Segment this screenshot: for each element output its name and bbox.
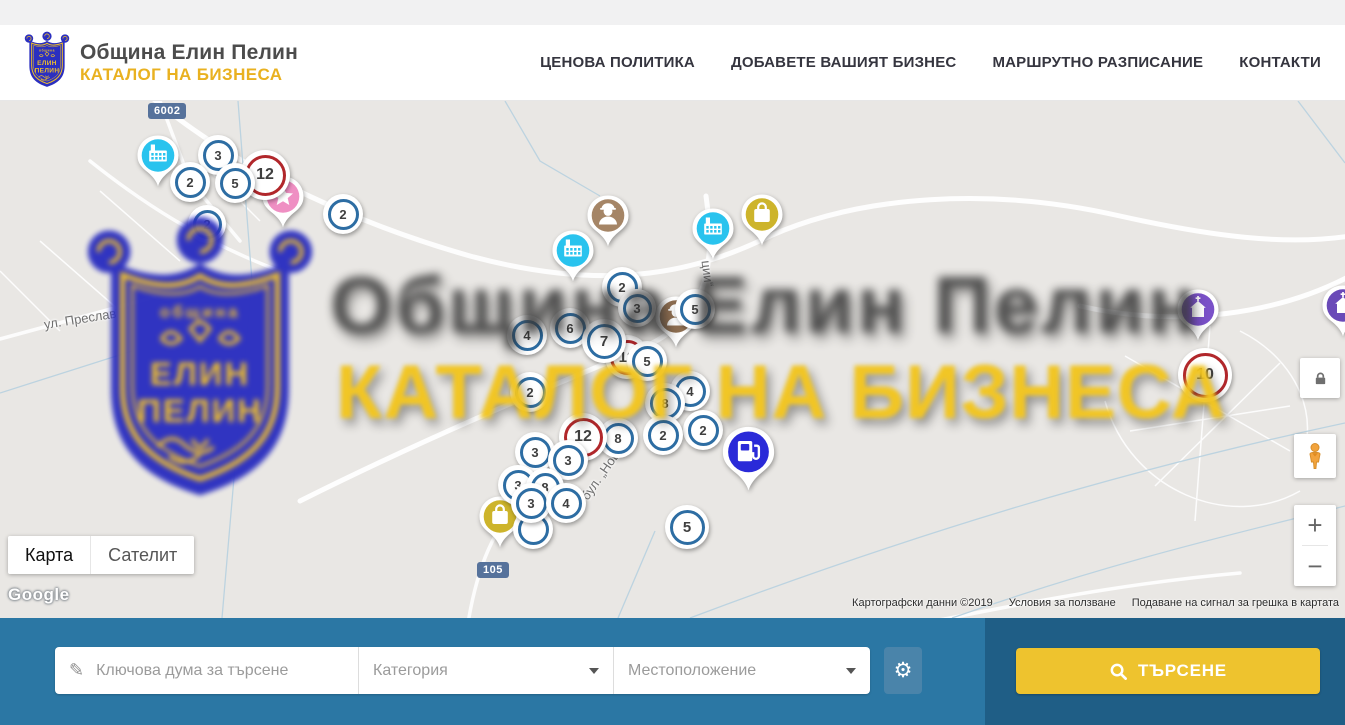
cluster-marker[interactable]: 2 xyxy=(643,415,683,455)
cluster-count: 10 xyxy=(1196,366,1214,384)
search-button[interactable]: ТЪРСЕНЕ xyxy=(1016,648,1320,694)
site-logo[interactable]: община ЕЛИН ПЕЛИН Община Елин Пелин КАТА… xyxy=(24,31,298,94)
search-icon xyxy=(1109,662,1128,681)
cluster-marker[interactable]: 5 xyxy=(665,505,709,549)
cluster-count: 3 xyxy=(214,148,221,163)
map-type-map-button[interactable]: Карта xyxy=(8,536,90,574)
pencil-icon: ✎ xyxy=(69,660,84,681)
cluster-count: 7 xyxy=(600,333,608,350)
municipality-crest-icon: община ЕЛИН ПЕЛИН xyxy=(24,31,70,94)
svg-text:ПЕЛИН: ПЕЛИН xyxy=(35,67,60,74)
cluster-marker[interactable]: 2 xyxy=(510,372,550,412)
cluster-count: 2 xyxy=(526,385,533,400)
site-title: Община Елин Пелин xyxy=(80,41,298,65)
search-bar-right-panel: ТЪРСЕНЕ xyxy=(985,618,1345,725)
cluster-count: 6 xyxy=(566,321,573,336)
chevron-down-icon xyxy=(846,668,856,674)
cluster-count: 2 xyxy=(659,428,666,443)
nav-pricing-policy[interactable]: ЦЕНОВА ПОЛИТИКА xyxy=(540,54,695,71)
map-type-satellite-button[interactable]: Сателит xyxy=(90,536,194,574)
search-button-label: ТЪРСЕНЕ xyxy=(1138,661,1227,681)
gear-icon: ⚙ xyxy=(894,658,913,683)
cluster-count: 8 xyxy=(614,431,621,446)
fuel-pin[interactable] xyxy=(721,425,776,493)
cluster-marker[interactable]: 2 xyxy=(188,205,226,243)
category-select[interactable]: Категория xyxy=(358,647,613,694)
cluster-marker[interactable]: 2 xyxy=(323,194,363,234)
main-nav: ЦЕНОВА ПОЛИТИКА ДОБАВЕТЕ ВАШИЯТ БИЗНЕС М… xyxy=(540,54,1321,71)
page: община ЕЛИН ПЕЛИН Община Елин Пелин КАТА… xyxy=(0,0,1345,725)
chevron-down-icon xyxy=(589,668,599,674)
church-pin[interactable] xyxy=(1176,288,1220,342)
cluster-marker[interactable]: 5 xyxy=(627,341,667,381)
cluster-marker[interactable]: 4 xyxy=(507,315,547,355)
search-box: ✎ Категория Местоположение xyxy=(55,647,870,694)
cluster-count: 12 xyxy=(256,166,274,184)
cluster-count: 4 xyxy=(562,496,569,511)
cluster-count: 3 xyxy=(633,301,640,316)
cluster-marker[interactable]: 5 xyxy=(675,289,715,329)
nav-route-schedule[interactable]: МАРШРУТНО РАЗПИСАНИЕ xyxy=(992,54,1203,71)
zoom-control: + − xyxy=(1294,505,1336,586)
cluster-count: 3 xyxy=(564,453,571,468)
keyword-field[interactable]: ✎ xyxy=(55,647,358,694)
map-copyright: Картографски данни ©2019 xyxy=(852,597,993,609)
category-select-label: Категория xyxy=(373,662,448,680)
cluster-marker[interactable]: 7 xyxy=(582,319,626,363)
cluster-marker[interactable]: 3 xyxy=(511,483,551,523)
nav-add-your-business[interactable]: ДОБАВЕТЕ ВАШИЯТ БИЗНЕС xyxy=(731,54,956,71)
map-type-switcher: Карта Сателит xyxy=(8,536,194,574)
cluster-count: 5 xyxy=(231,176,238,191)
bag-pin[interactable] xyxy=(740,193,784,247)
cluster-count: 5 xyxy=(683,519,691,536)
church-pin[interactable] xyxy=(1321,284,1345,338)
map-canvas[interactable]: ул. Преславбул. „Новоселции“6002105 xyxy=(0,101,1345,618)
cluster-count: 2 xyxy=(339,207,346,222)
lock-button[interactable] xyxy=(1300,358,1340,398)
cluster-count: 5 xyxy=(691,302,698,317)
factory-pin[interactable] xyxy=(551,229,595,283)
cluster-count: 4 xyxy=(686,384,693,399)
cluster-count: 5 xyxy=(643,354,650,369)
location-select-label: Местоположение xyxy=(628,662,756,680)
svg-text:община: община xyxy=(39,49,55,53)
cluster-count: 2 xyxy=(203,217,210,232)
search-bar: ✎ Категория Местоположение ⚙ ТЪРСЕНЕ xyxy=(0,618,1345,725)
google-logo[interactable]: Google xyxy=(8,585,70,605)
location-select[interactable]: Местоположение xyxy=(613,647,870,694)
terms-of-use-link[interactable]: Условия за ползване xyxy=(1009,597,1116,609)
cluster-marker[interactable]: 5 xyxy=(215,163,255,203)
site-subtitle: КАТАЛОГ НА БИЗНЕСА xyxy=(80,65,298,84)
map-attribution: Картографски данни ©2019 Условия за полз… xyxy=(852,597,1339,609)
cluster-count: 2 xyxy=(699,423,706,438)
cluster-count: 3 xyxy=(527,496,534,511)
lock-icon xyxy=(1313,371,1328,386)
report-map-error-link[interactable]: Подаване на сигнал за грешка в картата xyxy=(1132,597,1339,609)
cluster-marker[interactable]: 3 xyxy=(618,289,656,327)
header: община ЕЛИН ПЕЛИН Община Елин Пелин КАТА… xyxy=(0,25,1345,101)
cluster-count: 8 xyxy=(661,396,668,411)
pegman-button[interactable] xyxy=(1294,434,1336,478)
cluster-count: 4 xyxy=(523,328,530,343)
cluster-count: 2 xyxy=(186,175,193,190)
cluster-count: 3 xyxy=(531,445,538,460)
nav-contacts[interactable]: КОНТАКТИ xyxy=(1239,54,1321,71)
keyword-input[interactable] xyxy=(94,661,344,681)
cluster-marker[interactable]: 4 xyxy=(546,483,586,523)
cluster-marker[interactable]: 2 xyxy=(170,162,210,202)
zoom-out-button[interactable]: − xyxy=(1294,546,1336,586)
advanced-search-button[interactable]: ⚙ xyxy=(884,647,922,694)
pegman-icon xyxy=(1303,442,1327,470)
header-top-strip xyxy=(0,0,1345,25)
search-bar-left-panel: ✎ Категория Местоположение ⚙ xyxy=(0,618,985,725)
cluster-marker[interactable]: 10 xyxy=(1178,348,1232,402)
cluster-marker[interactable]: 2 xyxy=(683,410,723,450)
factory-pin[interactable] xyxy=(691,207,735,261)
svg-text:ЕЛИН: ЕЛИН xyxy=(37,60,57,67)
zoom-in-button[interactable]: + xyxy=(1294,505,1336,545)
